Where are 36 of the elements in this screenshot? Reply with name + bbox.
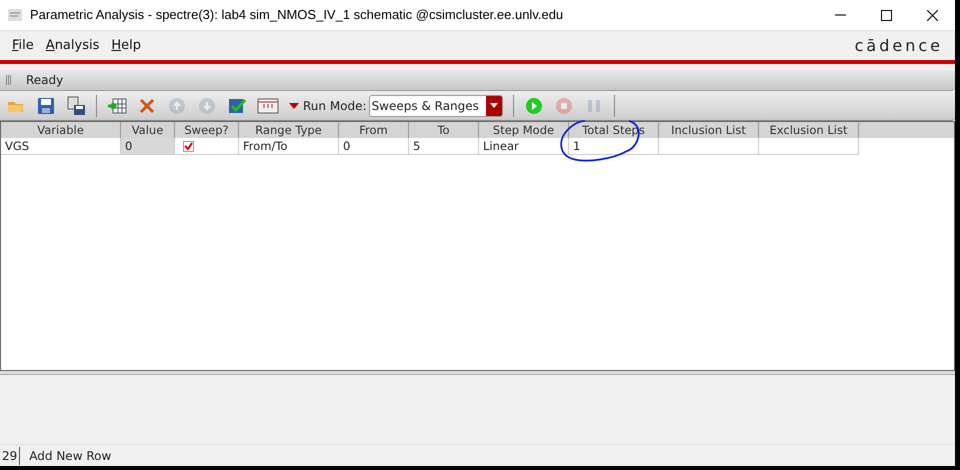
- run-mode-label: Run Mode:: [303, 98, 367, 114]
- window-title: Parametric Analysis - spectre(3): lab4 sim_NMOS_IV_1 schematic @csimcluster.ee.unlv.edu: [30, 6, 564, 24]
- add-row-icon[interactable]: [107, 96, 127, 116]
- save-icon[interactable]: [36, 96, 56, 116]
- table-cell: 5: [409, 138, 479, 155]
- table-cell: 0: [339, 138, 409, 155]
- table-cell: 1: [569, 138, 659, 155]
- column-header[interactable]: Sweep?: [175, 122, 239, 138]
- row-count: 29: [0, 446, 20, 464]
- column-header[interactable]: Exclusion List: [759, 122, 859, 138]
- status-label: Ready: [26, 72, 64, 89]
- logo: cādence: [854, 34, 943, 56]
- close-icon: [926, 10, 938, 20]
- table-cell: 0: [121, 138, 175, 155]
- column-header[interactable]: Range Type: [239, 122, 339, 138]
- column-header[interactable]: Step Mode: [479, 122, 569, 138]
- maximize-icon: [880, 10, 892, 20]
- column-header[interactable]: To: [409, 122, 479, 138]
- table-cell: From/To: [239, 138, 339, 155]
- run-mode-dropdown[interactable]: Sweeps & Ranges: [368, 94, 503, 116]
- column-header[interactable]: Inclusion List: [659, 122, 759, 138]
- menu-item[interactable]: Analysis: [46, 36, 100, 56]
- status-message: Add New Row: [29, 448, 112, 464]
- grip-icon[interactable]: [6, 75, 12, 85]
- app-icon: [8, 9, 22, 21]
- minimize-icon: [834, 14, 846, 16]
- menu-item[interactable]: Help: [111, 36, 142, 56]
- sweep-checkbox[interactable]: [183, 140, 194, 152]
- table-cell: Linear: [479, 138, 569, 155]
- save-as-icon[interactable]: [66, 96, 86, 116]
- table-icon[interactable]: [257, 96, 279, 116]
- column-header[interactable]: Variable: [1, 122, 121, 138]
- column-header[interactable]: From: [339, 122, 409, 138]
- caret-icon: [490, 103, 498, 108]
- menu-item[interactable]: File: [12, 36, 34, 56]
- caret-icon[interactable]: [289, 102, 299, 108]
